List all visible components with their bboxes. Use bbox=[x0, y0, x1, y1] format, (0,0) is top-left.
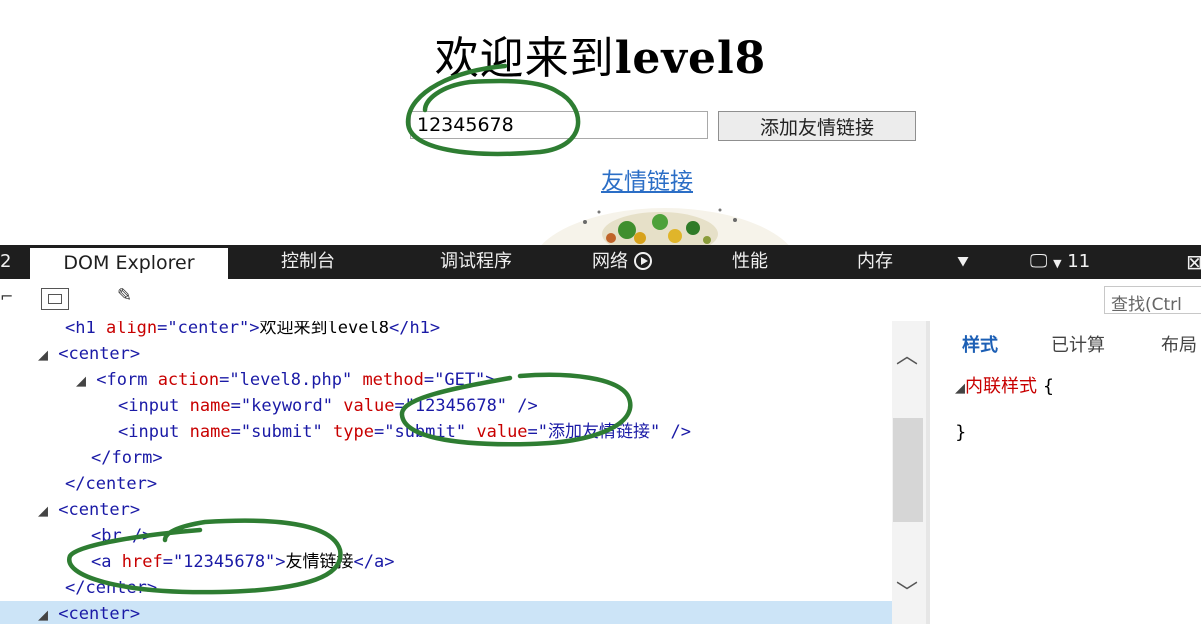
page-title-level: level8 bbox=[614, 33, 767, 84]
node-text: 友情链接 bbox=[285, 552, 354, 572]
attr-value: "submit" bbox=[240, 422, 323, 442]
tag: <input bbox=[118, 396, 180, 416]
highlight-box-icon[interactable] bbox=[41, 288, 69, 310]
attr-value: "keyword" bbox=[240, 396, 333, 416]
tab-memory[interactable]: 内存 bbox=[857, 245, 893, 279]
dropdown-arrow-icon: ▼ bbox=[1053, 257, 1062, 270]
open-brace: { bbox=[1042, 376, 1055, 397]
dom-node-center-3[interactable]: ◢ <center> bbox=[0, 601, 892, 624]
attr-name: action bbox=[157, 370, 220, 390]
expand-triangle-icon[interactable]: ◢ bbox=[955, 381, 965, 396]
close-icon[interactable]: ⊠ bbox=[1186, 245, 1201, 279]
dom-node-br[interactable]: <br /> bbox=[0, 523, 892, 549]
decorative-image bbox=[541, 208, 789, 245]
tag: <center> bbox=[58, 344, 141, 364]
tag: </a> bbox=[353, 552, 395, 572]
attr-value: "添加友情链接" bbox=[537, 422, 661, 442]
expand-triangle-icon[interactable]: ◢ bbox=[38, 348, 48, 363]
attr-value: "center" bbox=[167, 321, 250, 338]
tag: <center> bbox=[58, 604, 141, 624]
dom-node-input-submit[interactable]: <input name="submit" type="submit" value… bbox=[0, 419, 892, 445]
dom-node-input-keyword[interactable]: <input name="keyword" value="12345678" /… bbox=[0, 393, 892, 419]
add-link-button[interactable]: 添加友情链接 bbox=[718, 111, 916, 141]
tab-dom-explorer[interactable]: DOM Explorer bbox=[30, 248, 228, 279]
attr-name: name bbox=[189, 396, 231, 416]
expand-triangle-icon[interactable]: ◢ bbox=[38, 504, 48, 519]
node-text: 欢迎来到level8 bbox=[259, 321, 389, 338]
select-element-icon[interactable]: ⌐ bbox=[0, 287, 13, 306]
inline-style-label: 内联样式 bbox=[965, 376, 1037, 397]
attr-name: value bbox=[476, 422, 528, 442]
dom-tree: <h1 align="center">欢迎来到level8</h1> ◢ <ce… bbox=[0, 321, 892, 624]
attr-name: name bbox=[189, 422, 231, 442]
close-brace: } bbox=[955, 422, 967, 443]
more-tabs-icon[interactable]: ⯆ bbox=[955, 245, 971, 279]
tag: <form bbox=[96, 370, 148, 390]
chevron-up-icon[interactable]: ︿ bbox=[896, 338, 918, 370]
emulation-value: 11 bbox=[1067, 251, 1091, 272]
dom-node-center[interactable]: ◢ <center> bbox=[0, 341, 892, 367]
attr-name: href bbox=[121, 552, 163, 572]
dom-node-form-close[interactable]: </form> bbox=[0, 445, 892, 471]
tab-layout[interactable]: 布局 bbox=[1161, 331, 1197, 357]
emulation-dropdown[interactable]: 🖵 ▼ 11 bbox=[1030, 245, 1090, 279]
tag: <h1 bbox=[65, 321, 96, 338]
attr-name: method bbox=[362, 370, 424, 390]
scrollbar-thumb[interactable] bbox=[893, 418, 923, 522]
dom-node-h1[interactable]: <h1 align="center">欢迎来到level8</h1> bbox=[0, 321, 892, 341]
tab-console[interactable]: 控制台 bbox=[281, 245, 335, 279]
page-title-cn: 欢迎来到 bbox=[434, 33, 615, 84]
dom-node-form[interactable]: ◢ <form action="level8.php" method="GET"… bbox=[0, 367, 892, 393]
attr-value: "12345678" bbox=[172, 552, 276, 572]
attr-value: "submit" bbox=[384, 422, 467, 442]
tag: <br /> bbox=[91, 526, 153, 546]
attr-name: value bbox=[343, 396, 395, 416]
attr-value: "GET" bbox=[434, 370, 486, 390]
keyword-input[interactable] bbox=[410, 111, 708, 139]
dom-node-center-2[interactable]: ◢ <center> bbox=[0, 497, 892, 523]
dom-node-center-close[interactable]: </center> bbox=[0, 471, 892, 497]
attr-name: align bbox=[105, 321, 158, 338]
tag: <center> bbox=[58, 500, 141, 520]
tag: </center> bbox=[65, 474, 158, 494]
rendered-page: 欢迎来到level8 添加友情链接 友情链接 bbox=[0, 0, 1201, 245]
attr-value: "12345678" bbox=[404, 396, 508, 416]
styles-panel: 样式 已计算 布局 ◢内联样式 { } bbox=[930, 321, 1201, 624]
chevron-down-icon[interactable]: ﹀ bbox=[896, 575, 918, 607]
tag: </center> bbox=[65, 578, 158, 598]
color-picker-icon[interactable]: ✎ bbox=[117, 285, 132, 306]
tab-debugger[interactable]: 调试程序 bbox=[440, 245, 512, 279]
dom-node-a[interactable]: <a href="12345678">友情链接</a> bbox=[0, 549, 892, 575]
attr-name: type bbox=[333, 422, 374, 442]
attr-value: "level8.php" bbox=[229, 370, 353, 390]
friend-link[interactable]: 友情链接 bbox=[601, 162, 693, 196]
tag: </form> bbox=[91, 448, 163, 468]
expand-triangle-icon[interactable]: ◢ bbox=[38, 608, 48, 623]
tab-computed[interactable]: 已计算 bbox=[1051, 331, 1105, 357]
tag: <input bbox=[118, 422, 180, 442]
find-input[interactable]: 查找(Ctrl bbox=[1104, 286, 1201, 314]
tab-overflow[interactable]: 2 bbox=[0, 245, 14, 279]
tab-network[interactable]: 网络 bbox=[592, 245, 652, 279]
tab-performance[interactable]: 性能 bbox=[732, 245, 768, 279]
monitor-icon: 🖵 bbox=[1030, 251, 1048, 272]
dom-node-center-close-2[interactable]: </center> bbox=[0, 575, 892, 601]
tag: <a bbox=[91, 552, 112, 572]
expand-triangle-icon[interactable]: ◢ bbox=[76, 374, 86, 389]
dom-toolbar: ⌐ ✎ 查找(Ctrl bbox=[0, 279, 1201, 322]
page-title: 欢迎来到level8 bbox=[0, 22, 1201, 86]
inline-style-rule[interactable]: ◢内联样式 { bbox=[955, 372, 1054, 398]
tab-network-label: 网络 bbox=[592, 251, 628, 272]
tab-styles[interactable]: 样式 bbox=[962, 331, 998, 357]
record-icon bbox=[633, 252, 652, 270]
